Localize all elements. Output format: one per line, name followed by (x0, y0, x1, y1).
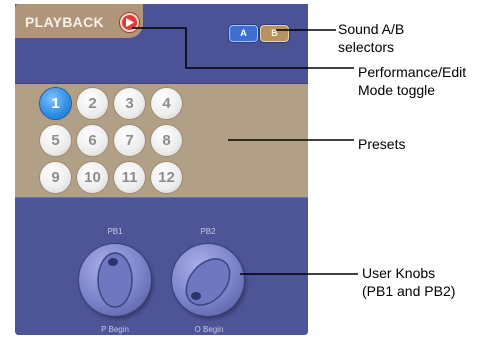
annotation-line: User Knobs (362, 265, 436, 281)
annotation-line: selectors (338, 39, 395, 55)
annotation-line: Mode toggle (358, 82, 436, 98)
annotation-line: (PB1 and PB2) (362, 283, 456, 299)
annotation-presets: Presets (358, 135, 405, 153)
annotation-line: Sound A/B (338, 21, 405, 37)
annotation-sound-ab-selectors: Sound A/B selectors (338, 20, 404, 56)
annotation-line: Presets (358, 136, 406, 152)
annotation-user-knobs: User Knobs (PB1 and PB2) (362, 264, 455, 300)
annotation-line: Performance/Edit (358, 64, 467, 80)
annotation-mode-toggle: Performance/Edit Mode toggle (358, 63, 466, 99)
